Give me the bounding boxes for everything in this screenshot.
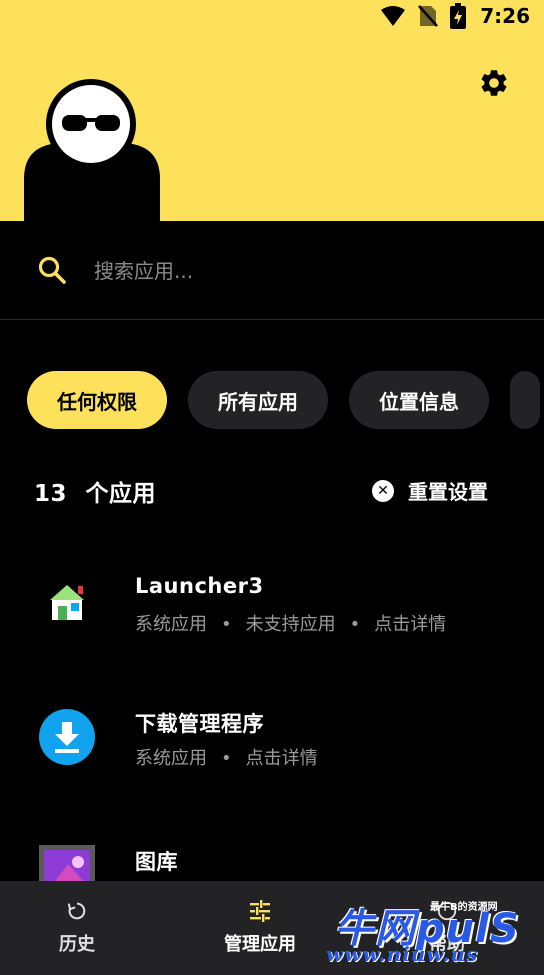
- tag-separator: •: [221, 748, 232, 769]
- close-circle-icon: ✕: [372, 479, 394, 502]
- chip-all-apps[interactable]: 所有应用: [188, 371, 328, 429]
- gear-icon: [481, 70, 507, 96]
- battery-charging-icon: [450, 3, 467, 29]
- nav-history[interactable]: 历史: [22, 881, 132, 975]
- nav-help-label: 帮助: [429, 934, 465, 955]
- tag-separator: •: [349, 614, 361, 635]
- app-tag: 系统应用: [135, 748, 207, 769]
- filter-chips: 任何权限 所有应用 位置信息: [27, 371, 544, 429]
- app-tag: 未支持应用: [245, 614, 336, 635]
- nav-help[interactable]: 帮助: [392, 881, 502, 975]
- chip-location[interactable]: 位置信息: [349, 371, 489, 429]
- download-icon: [39, 709, 95, 765]
- bottom-nav: 历史 管理应用 帮助: [0, 881, 544, 975]
- wifi-icon: [381, 6, 406, 26]
- app-name: 下载管理程序: [135, 712, 264, 736]
- reset-settings-label: 重置设置: [408, 480, 488, 504]
- app-name: Launcher3: [135, 574, 264, 598]
- nav-manage-apps[interactable]: 管理应用: [200, 881, 320, 975]
- status-bar: 7:26: [0, 0, 544, 33]
- app-tag: 点击详情: [374, 614, 447, 635]
- header: [0, 33, 544, 221]
- app-tags: 系统应用 • 点击详情: [135, 744, 318, 770]
- status-icons: 7:26: [380, 3, 530, 29]
- status-time: 7:26: [480, 4, 530, 28]
- history-icon: [67, 902, 86, 920]
- avatar: [24, 79, 160, 221]
- app-count-label: 个应用: [85, 481, 157, 507]
- chip-more[interactable]: [510, 371, 540, 429]
- settings-button[interactable]: [476, 65, 512, 101]
- launcher-house-icon: [50, 585, 84, 620]
- app-tag: 点击详情: [245, 748, 318, 769]
- help-icon: [437, 901, 457, 921]
- tag-separator: •: [221, 614, 232, 635]
- nav-manage-apps-label: 管理应用: [224, 934, 296, 955]
- no-sim-icon: [418, 5, 439, 27]
- app-item-download-manager[interactable]: 下载管理程序 系统应用 • 点击详情: [0, 682, 544, 792]
- reset-settings-button[interactable]: ✕ 重置设置: [372, 476, 488, 505]
- app-count: 13 个应用: [34, 474, 156, 508]
- nav-history-label: 历史: [59, 934, 95, 955]
- chip-any-permission[interactable]: 任何权限: [27, 371, 167, 429]
- app-count-number: 13: [34, 481, 68, 507]
- app-tag: 系统应用: [135, 614, 207, 635]
- search-bar: [0, 221, 544, 320]
- tune-icon: [250, 900, 270, 922]
- app-item-launcher3[interactable]: Launcher3 系统应用 • 未支持应用 • 点击详情: [0, 548, 544, 658]
- search-input[interactable]: [94, 251, 514, 291]
- search-icon: [38, 256, 66, 284]
- app-name: 图库: [135, 850, 178, 874]
- app-tags: 系统应用 • 未支持应用 • 点击详情: [135, 610, 446, 636]
